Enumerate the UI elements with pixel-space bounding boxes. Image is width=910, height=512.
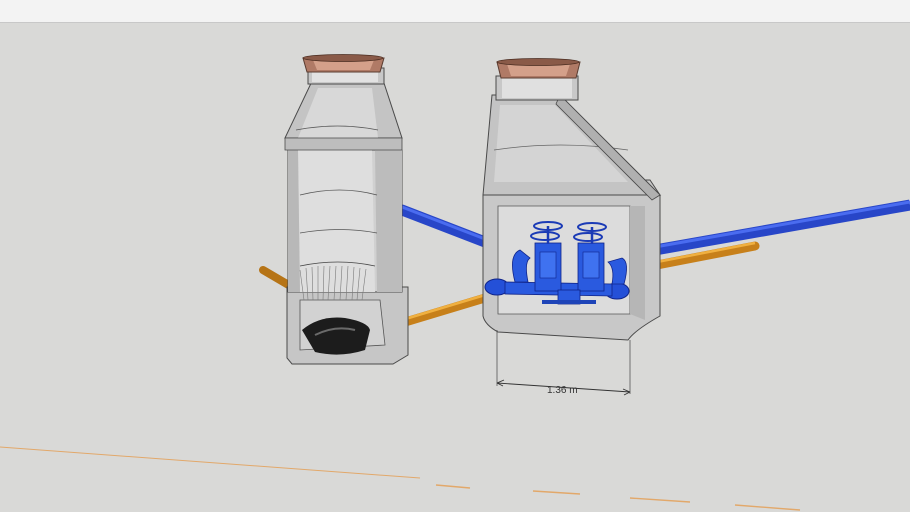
model-scene[interactable]: 1.36 m (0, 23, 910, 512)
dimension-label: 1.36 m (547, 385, 578, 396)
3d-viewport[interactable]: 1.36 m (0, 23, 910, 512)
dimension-measurement[interactable]: 1.36 m (496, 330, 631, 396)
left-manhole[interactable] (284, 67, 409, 365)
left-manhole-lid[interactable] (302, 54, 385, 73)
right-chamber-lid[interactable] (496, 58, 581, 79)
ground-axis-line (0, 446, 801, 511)
top-toolbar (0, 0, 910, 23)
